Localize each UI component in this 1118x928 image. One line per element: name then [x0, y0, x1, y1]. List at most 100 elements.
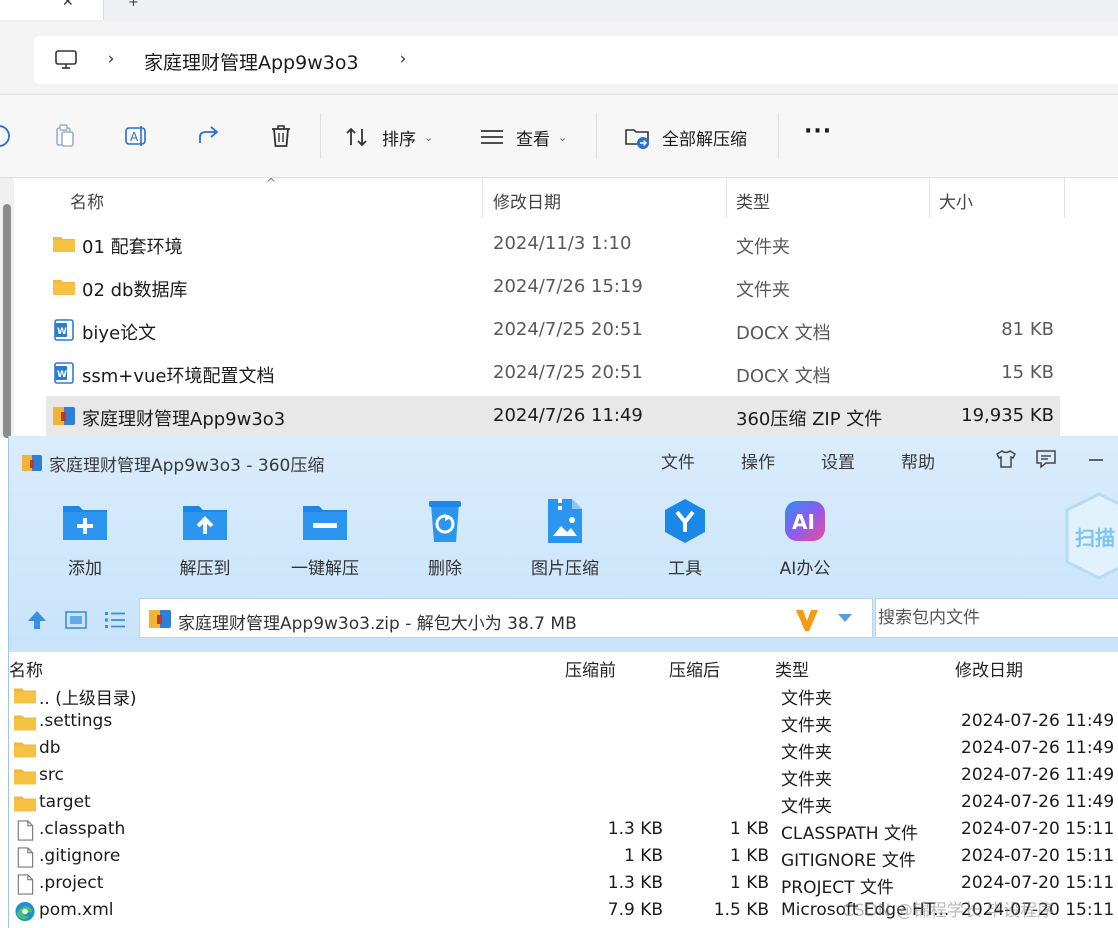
skin-shirt-icon[interactable] [995, 448, 1017, 470]
zip-column-after[interactable]: 压缩后 [669, 656, 720, 681]
menu-operate[interactable]: 操作 [741, 448, 775, 473]
zip-column-name[interactable]: 名称 [9, 656, 43, 681]
zip-row[interactable]: .classpath 1.3 KB 1 KB CLASSPATH 文件 2024-07-… [9, 817, 1118, 844]
explorer-row[interactable]: 02 db数据库 2024/7/26 15:19 文件夹 [46, 267, 1060, 309]
navigation-pane-scrollbar[interactable] [0, 178, 14, 438]
zip-column-type[interactable]: 类型 [775, 656, 809, 681]
extract-folder-icon [625, 129, 649, 149]
menu-file[interactable]: 文件 [661, 448, 695, 473]
zip-row[interactable]: .. (上级目录) 文件夹 [9, 682, 1118, 709]
extract-all-button[interactable]: 全部解压缩 [624, 123, 747, 151]
list-view-icon[interactable] [103, 608, 127, 632]
archive-path-field[interactable]: 家庭理财管理App9w3o3.zip - 解包大小为 38.7 MB [139, 598, 873, 638]
ai-office-button[interactable]: AI AI办公 [755, 496, 855, 580]
ai-office-icon: AI [785, 501, 825, 541]
zip-entry-before: 1.3 KB [607, 819, 663, 839]
column-divider[interactable] [482, 178, 483, 218]
minimize-icon[interactable] [1085, 448, 1107, 470]
zip-entry-modified: 2024-07-20 15:11 [961, 846, 1115, 866]
zip-row[interactable]: src 文件夹 2024-07-26 11:49 [9, 763, 1118, 790]
zip-window-title: 家庭理财管理App9w3o3 - 360压缩 [49, 456, 325, 476]
explorer-column-header: ^ 名称 修改日期 类型 大小 [22, 176, 1118, 220]
zip-entry-name: .classpath [39, 819, 126, 839]
zip-column-modified[interactable]: 修改日期 [955, 656, 1023, 681]
column-size[interactable]: 大小 [939, 188, 973, 213]
feedback-icon[interactable] [1035, 448, 1057, 470]
file-icon [13, 847, 37, 868]
explorer-row[interactable]: Wbiye论文 2024/7/25 20:51 DOCX 文档 81 KB [46, 310, 1060, 352]
scan-shield-icon[interactable]: 扫描 [1061, 490, 1118, 582]
file-type: 文件夹 [736, 280, 790, 301]
column-divider[interactable] [726, 178, 727, 218]
sort-button[interactable]: 排序 ⌄ [344, 123, 433, 151]
toolbar-divider [320, 113, 321, 159]
zip-column-header: 名称 压缩前 压缩后 类型 修改日期 [9, 654, 1118, 681]
column-name[interactable]: 名称 [70, 188, 104, 213]
zip-row[interactable]: .project 1.3 KB 1 KB PROJECT 文件 2024-07-20 1… [9, 871, 1118, 898]
new-tab-icon[interactable]: + [128, 0, 140, 10]
zip-row[interactable]: .gitignore 1 KB 1 KB GITIGNORE 文件 2024-07-20… [9, 844, 1118, 871]
file-size: 19,935 KB [961, 405, 1054, 426]
zip-row[interactable]: .settings 文件夹 2024-07-26 11:49 [9, 709, 1118, 736]
command-bar: A 排序 ⌄ 查看 ⌄ 全部解压缩 ··· [0, 94, 1118, 178]
add-button[interactable]: 添加 [35, 496, 135, 580]
file-modified: 2024/7/26 15:19 [493, 276, 643, 297]
address-bar[interactable]: › 家庭理财管理App9w3o3 › [34, 36, 1118, 84]
sort-icon [346, 127, 367, 147]
delete-icon[interactable] [268, 123, 294, 149]
tools-button[interactable]: 工具 [635, 496, 735, 580]
breadcrumb-chevron-icon[interactable]: › [104, 49, 118, 69]
file-modified: 2024/11/3 1:10 [493, 233, 632, 254]
folder-icon [52, 233, 76, 255]
menu-settings[interactable]: 设置 [821, 448, 855, 473]
view-label: 查看 [516, 129, 550, 150]
one-click-extract-icon [303, 506, 347, 540]
zip-row[interactable]: db 文件夹 2024-07-26 11:49 [9, 736, 1118, 763]
zip-row[interactable]: target 文件夹 2024-07-26 11:49 [9, 790, 1118, 817]
explorer-row[interactable]: 01 配套环境 2024/11/3 1:10 文件夹 [46, 224, 1060, 266]
zip-entry-after: 1 KB [729, 846, 769, 866]
file-type: DOCX 文档 [736, 366, 831, 387]
breadcrumb-current[interactable]: 家庭理财管理App9w3o3 [144, 48, 359, 75]
view-list-icon [481, 130, 503, 144]
file-icon [13, 820, 37, 841]
column-divider[interactable] [929, 178, 930, 218]
rename-icon[interactable]: A [124, 123, 150, 149]
path-dropdown-icon[interactable] [836, 611, 854, 625]
explorer-tab[interactable]: ✕ [0, 0, 104, 20]
image-compress-button[interactable]: 图片压缩 [515, 496, 615, 580]
file-size: 15 KB [1001, 362, 1054, 383]
view-button[interactable]: 查看 ⌄ [480, 123, 567, 151]
delete-archive-button[interactable]: 删除 [395, 496, 495, 580]
close-icon[interactable]: ✕ [62, 0, 78, 10]
thumbnail-view-icon[interactable] [64, 608, 88, 632]
paste-icon[interactable] [52, 123, 78, 149]
extract-to-button[interactable]: 解压到 [155, 496, 255, 580]
zip-entry-name: .project [39, 873, 104, 893]
this-pc-icon[interactable] [54, 49, 78, 71]
new-icon[interactable] [0, 123, 12, 149]
chevron-down-icon: ⌄ [424, 130, 434, 144]
menu-help[interactable]: 帮助 [901, 448, 935, 473]
one-click-extract-button[interactable]: 一键解压 [275, 496, 375, 580]
column-modified[interactable]: 修改日期 [493, 188, 561, 213]
column-divider[interactable] [1064, 178, 1065, 218]
scrollbar-thumb[interactable] [3, 204, 11, 438]
up-arrow-icon[interactable] [25, 608, 49, 632]
archive-search-box[interactable] [875, 598, 1118, 638]
file-modified: 2024/7/25 20:51 [493, 319, 643, 340]
word-doc-icon: W [52, 319, 76, 341]
zip-column-before[interactable]: 压缩前 [565, 656, 616, 681]
column-type[interactable]: 类型 [736, 188, 770, 213]
file-icon [13, 874, 37, 895]
explorer-row[interactable]: 家庭理财管理App9w3o3 2024/7/26 11:49 360压缩 ZIP 文… [46, 396, 1060, 438]
v-logo-icon[interactable] [794, 607, 820, 633]
file-name: ssm+vue环境配置文档 [82, 366, 275, 387]
more-options-button[interactable]: ··· [804, 117, 832, 145]
file-type: 文件夹 [736, 237, 790, 258]
breadcrumb-chevron-icon[interactable]: › [396, 49, 410, 69]
explorer-row[interactable]: Wssm+vue环境配置文档 2024/7/25 20:51 DOCX 文档 15 K… [46, 353, 1060, 395]
share-icon[interactable] [196, 123, 222, 149]
archive-search-input[interactable] [876, 599, 1118, 637]
folder-icon [13, 685, 37, 706]
